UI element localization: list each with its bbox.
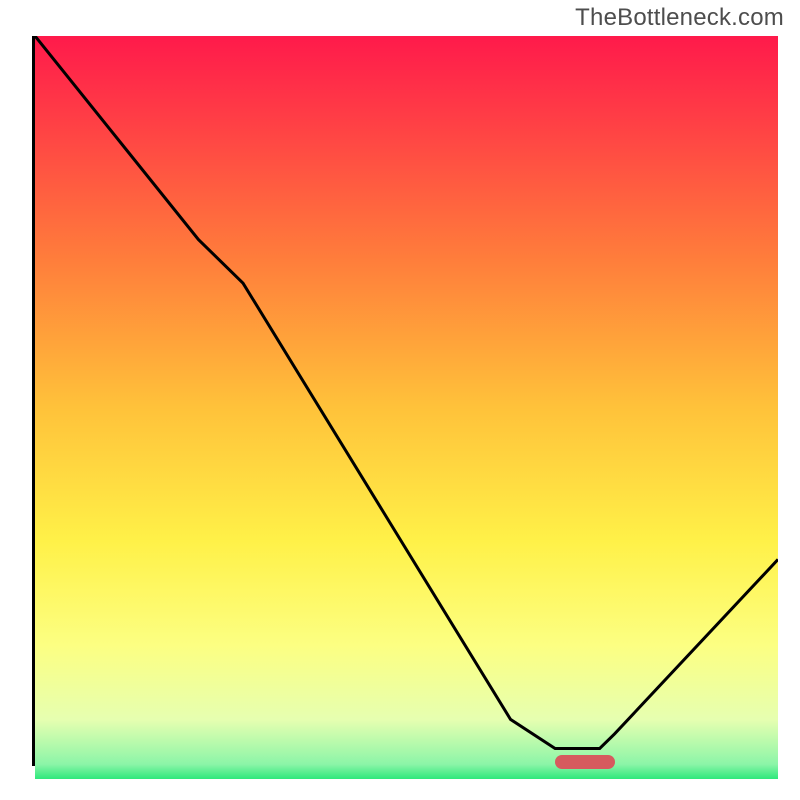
watermark-text: TheBottleneck.com xyxy=(575,4,784,32)
optimal-marker xyxy=(555,755,614,769)
chart-background-gradient xyxy=(35,36,778,779)
chart-plot-area xyxy=(32,36,778,766)
